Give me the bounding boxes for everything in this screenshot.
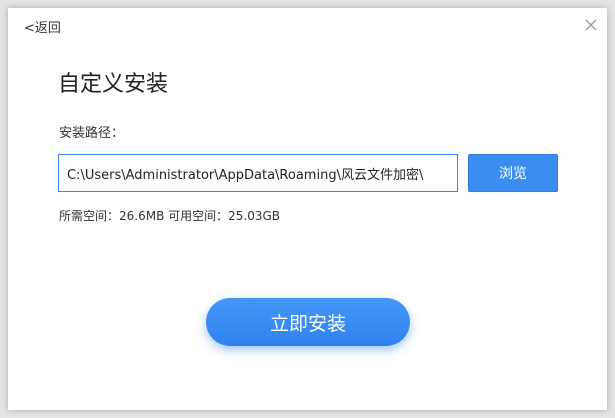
browse-button[interactable]: 浏览 <box>468 154 558 192</box>
install-path-input[interactable] <box>58 154 458 192</box>
page-title: 自定义安装 <box>58 72 169 97</box>
available-space-text: 可用空间：25.03GB <box>168 209 281 223</box>
required-space-text: 所需空间：26.6MB <box>59 209 165 223</box>
install-now-button[interactable]: 立即安装 <box>206 298 410 346</box>
back-button[interactable]: <返回 <box>24 17 61 36</box>
disk-space-info: 所需空间：26.6MB 可用空间：25.03GB <box>59 207 280 224</box>
close-button[interactable] <box>584 17 598 31</box>
install-dialog: <返回 自定义安装 安装路径： 浏览 所需空间：26.6MB 可用空间：25.0… <box>8 8 607 410</box>
close-icon <box>585 19 597 31</box>
install-path-label: 安装路径： <box>59 126 125 141</box>
